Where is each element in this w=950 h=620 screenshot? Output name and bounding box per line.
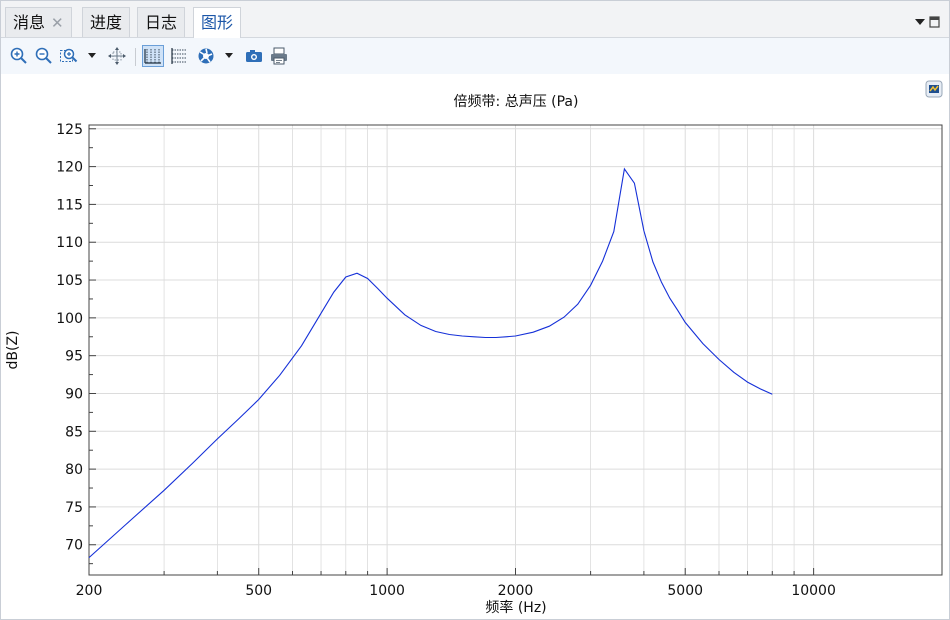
scene-light-dropdown-icon[interactable] [225,53,233,58]
zoom-out-icon[interactable] [34,46,54,66]
graphics-toolbar [1,38,949,74]
y-tick-label: 85 [65,424,83,440]
x-tick-label: 5000 [667,583,703,599]
x-tick-label: 200 [76,583,103,599]
tab-progress[interactable]: 进度 [82,7,131,37]
x-tick-label: 2000 [498,583,534,599]
x-tick-label: 1000 [369,583,405,599]
panel-menu-icon[interactable] [913,15,941,29]
series-group [88,167,773,559]
y-tick-label: 90 [65,386,83,402]
tab-log-label: 日志 [145,13,178,32]
scene-light-icon[interactable] [196,46,216,66]
y-tick-label: 110 [56,235,83,251]
tab-bar: 消息 ✕ 进度 日志 图形 [1,1,949,38]
x-tick-label: 500 [245,583,272,599]
toolbar-separator [135,48,136,66]
y-tick-label: 105 [56,273,83,289]
y-tick-label: 70 [65,538,83,554]
octave-band-chart: 倍频带: 总声压 (Pa) 200 500 1000 2000 5000 10000 70 7… [5,94,943,616]
y-axis-label: dB(Z) [5,330,21,369]
grid-lines [88,125,942,575]
y-tick-label: 125 [56,122,83,138]
tab-graphics[interactable]: 图形 [193,7,242,38]
chart-title: 倍频带: 总声压 (Pa) [454,94,579,110]
y-tick-label: 95 [65,349,83,365]
tab-messages[interactable]: 消息 ✕ [5,7,72,37]
y-tick-label: 100 [56,311,83,327]
graphics-window: 消息 ✕ 进度 日志 图形 倍频带: 总声压 (Pa) 200 500 1000… [0,0,950,620]
y-tick-label: 80 [65,462,83,478]
y-grid-icon[interactable] [169,46,189,66]
zoom-in-icon[interactable] [9,46,29,66]
tab-graphics-label: 图形 [201,13,234,32]
y-tick-label: 120 [56,160,83,176]
close-icon[interactable]: ✕ [51,14,64,32]
camera-icon[interactable] [244,46,264,66]
tab-progress-label: 进度 [90,13,123,32]
x-grid-icon[interactable] [142,45,164,67]
series-line [88,167,773,559]
x-tick-label: 10000 [791,583,836,599]
x-axis-label: 频率 (Hz) [485,599,546,616]
zoom-box-icon[interactable] [59,46,79,66]
tab-messages-label: 消息 [13,13,46,32]
y-tick-label: 75 [65,500,83,516]
y-tick-label: 115 [56,197,83,213]
print-icon[interactable] [269,46,289,66]
tab-log[interactable]: 日志 [137,7,186,37]
zoom-dropdown-icon[interactable] [88,53,96,58]
zoom-extents-icon[interactable] [107,46,127,66]
